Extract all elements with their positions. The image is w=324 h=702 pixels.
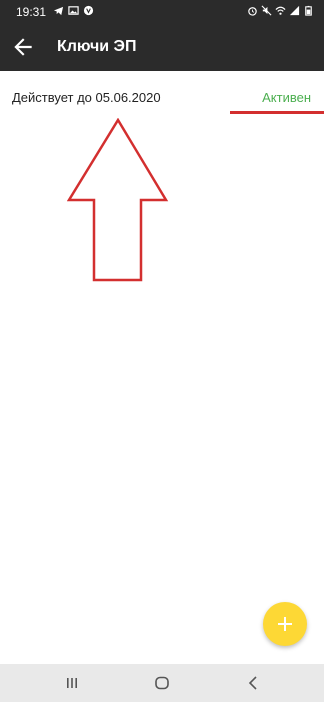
signal-icon — [289, 5, 300, 16]
system-nav-bar — [0, 664, 324, 702]
telegram-icon — [53, 5, 64, 16]
annotation-arrow — [67, 118, 169, 282]
home-button[interactable] — [153, 674, 171, 692]
status-time: 19:31 — [16, 5, 47, 19]
status-left-icons — [53, 5, 94, 16]
annotation-underline — [230, 111, 324, 114]
status-right-icons — [247, 5, 314, 16]
status-bar: 19:31 — [0, 0, 324, 24]
key-validity-text: Действует до 05.06.2020 — [12, 90, 161, 105]
back-icon — [248, 676, 257, 690]
key-status-badge: Активен — [262, 90, 311, 105]
app-bar: Ключи ЭП — [0, 24, 324, 71]
recent-apps-icon — [67, 678, 77, 688]
battery-icon — [303, 5, 314, 16]
vk-icon — [83, 5, 94, 16]
arrow-left-icon — [14, 38, 32, 56]
alarm-icon — [247, 5, 258, 16]
back-button[interactable] — [10, 34, 36, 60]
recent-apps-button[interactable] — [63, 674, 81, 692]
add-key-button[interactable] — [263, 602, 307, 646]
page-title: Ключи ЭП — [57, 38, 137, 55]
mute-icon — [261, 5, 272, 16]
image-icon — [68, 5, 79, 16]
system-back-button[interactable] — [245, 674, 263, 692]
plus-icon — [278, 617, 292, 631]
home-icon — [155, 676, 169, 690]
wifi-icon — [275, 5, 286, 16]
